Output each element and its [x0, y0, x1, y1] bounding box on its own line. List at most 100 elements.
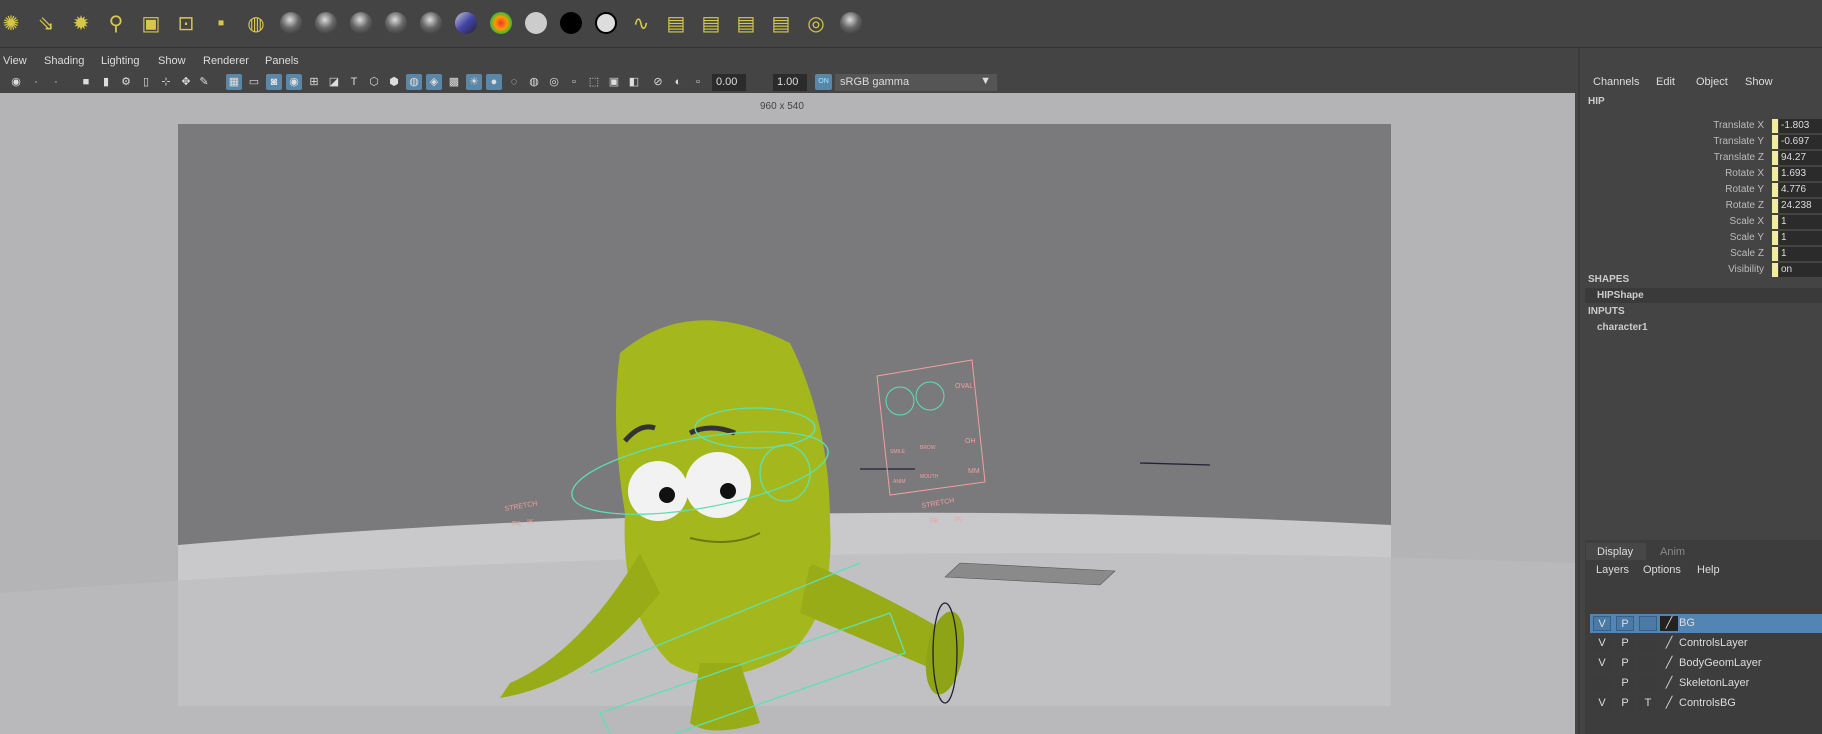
black-sphere-icon[interactable]: [558, 10, 584, 36]
edit-menu[interactable]: Edit: [1656, 76, 1675, 88]
menu-lighting[interactable]: Lighting: [101, 55, 140, 67]
display-type-toggle[interactable]: [1639, 616, 1657, 631]
channel-value[interactable]: 94.27: [1779, 151, 1822, 165]
channel-row[interactable]: Scale X 1: [1580, 214, 1822, 230]
layer-row[interactable]: V P ╱ BG: [1590, 614, 1822, 633]
menu-view[interactable]: View: [3, 55, 27, 67]
viewport-tool-icon[interactable]: ✎: [196, 74, 212, 90]
channel-row[interactable]: Translate X -1.803: [1580, 118, 1822, 134]
menu-show[interactable]: Show: [158, 55, 186, 67]
channel-value[interactable]: 1: [1779, 215, 1822, 229]
channel-value[interactable]: 1.693: [1779, 167, 1822, 181]
visibility-toggle[interactable]: [1593, 676, 1611, 691]
playback-toggle[interactable]: P: [1616, 636, 1634, 651]
display-type-toggle[interactable]: [1639, 676, 1657, 691]
viewport-tool-icon[interactable]: ▮: [98, 74, 114, 90]
viewport-tool-icon[interactable]: ◎: [546, 74, 562, 90]
visibility-toggle[interactable]: V: [1593, 696, 1611, 711]
layer-row[interactable]: V P T ╱ ControlsBG: [1590, 694, 1822, 713]
viewport-tool-icon[interactable]: ◈: [426, 74, 442, 90]
viewport-tool-icon[interactable]: ▦: [226, 74, 242, 90]
viewport-tool-icon[interactable]: ◙: [266, 74, 282, 90]
display-type-toggle[interactable]: [1639, 636, 1657, 651]
white-sphere-icon[interactable]: [523, 10, 549, 36]
layer-color-icon[interactable]: ╱: [1660, 636, 1678, 651]
layer-row[interactable]: V P ╱ BodyGeomLayer: [1590, 654, 1822, 673]
render-layer-delete-icon[interactable]: ▤: [698, 10, 724, 36]
light-editor-icon[interactable]: ◍: [243, 10, 269, 36]
visibility-toggle[interactable]: V: [1593, 636, 1611, 651]
render-setup-icon[interactable]: ▤: [768, 10, 794, 36]
playback-toggle[interactable]: P: [1616, 616, 1634, 631]
channels-menu[interactable]: Channels: [1593, 76, 1639, 88]
color-management-toggle[interactable]: ON: [815, 74, 832, 90]
channel-row[interactable]: Scale Z 1: [1580, 246, 1822, 262]
shape-node[interactable]: HIPShape: [1597, 290, 1644, 301]
playback-toggle[interactable]: P: [1616, 656, 1634, 671]
outlined-sphere-icon[interactable]: [593, 10, 619, 36]
ambient-camera-icon[interactable]: ▪: [208, 10, 234, 36]
viewport-tool-icon[interactable]: ●: [486, 74, 502, 90]
channel-row[interactable]: Translate Z 94.27: [1580, 150, 1822, 166]
options-menu[interactable]: Options: [1643, 564, 1681, 576]
viewport-tool-icon[interactable]: ⬡: [366, 74, 382, 90]
viewport-tool-icon[interactable]: ⬢: [386, 74, 402, 90]
sphere-lambert-icon[interactable]: [278, 10, 304, 36]
channel-value[interactable]: -1.803: [1779, 119, 1822, 133]
viewport-tool-icon[interactable]: ◍: [526, 74, 542, 90]
display-type-toggle[interactable]: T: [1639, 696, 1657, 711]
show-menu[interactable]: Show: [1745, 76, 1773, 88]
channel-row[interactable]: Translate Y -0.697: [1580, 134, 1822, 150]
volume-light-icon[interactable]: ⊡: [173, 10, 199, 36]
channel-row[interactable]: Rotate X 1.693: [1580, 166, 1822, 182]
sphere-blinn-icon[interactable]: [313, 10, 339, 36]
playback-toggle[interactable]: P: [1616, 676, 1634, 691]
playback-toggle[interactable]: P: [1616, 696, 1634, 711]
hypershade-graph-icon[interactable]: ∿: [628, 10, 654, 36]
viewport-tool-icon[interactable]: ◧: [626, 74, 642, 90]
channel-value[interactable]: 1: [1779, 247, 1822, 261]
grey-sphere-icon[interactable]: [838, 10, 864, 36]
viewport-tool-icon[interactable]: ■: [78, 74, 94, 90]
menu-panels[interactable]: Panels: [265, 55, 299, 67]
viewport-tool-icon[interactable]: ▣: [606, 74, 622, 90]
viewport-tool-icon[interactable]: ⊞: [306, 74, 322, 90]
viewport-tool-icon[interactable]: ☀: [466, 74, 482, 90]
layer-name[interactable]: ControlsBG: [1679, 697, 1736, 709]
color-space-select[interactable]: sRGB gamma ▼: [835, 74, 997, 91]
channel-value[interactable]: 4.776: [1779, 183, 1822, 197]
render-layers-icon[interactable]: ▤: [663, 10, 689, 36]
render-target-icon[interactable]: ◎: [803, 10, 829, 36]
viewport-tool-icon[interactable]: ▭: [246, 74, 262, 90]
viewport-tool-icon[interactable]: ◍: [406, 74, 422, 90]
viewport-tool-icon[interactable]: ▯: [138, 74, 154, 90]
layer-name[interactable]: BodyGeomLayer: [1679, 657, 1762, 669]
channel-value[interactable]: on: [1779, 263, 1822, 277]
area-light-icon[interactable]: ▣: [138, 10, 164, 36]
layer-name[interactable]: ControlsLayer: [1679, 637, 1747, 649]
viewport-tool-icon[interactable]: ⊘: [650, 74, 666, 90]
channel-value[interactable]: 24.238: [1779, 199, 1822, 213]
sphere-ramp-icon[interactable]: [453, 10, 479, 36]
spot-light-icon[interactable]: ⚲: [103, 10, 129, 36]
viewport[interactable]: 960 x 540 STRETCH FK IK OVAL OH MM SMILE…: [0, 93, 1575, 734]
layer-name[interactable]: BG: [1679, 617, 1695, 629]
tab-display[interactable]: Display: [1597, 546, 1633, 558]
directional-light-icon[interactable]: ✺: [0, 10, 24, 36]
channel-value[interactable]: -0.697: [1779, 135, 1822, 149]
layer-row[interactable]: V P ╱ ControlsLayer: [1590, 634, 1822, 653]
display-type-toggle[interactable]: [1639, 656, 1657, 671]
sphere-anisotropic-icon[interactable]: [418, 10, 444, 36]
viewport-tool-icon[interactable]: ◉: [8, 74, 24, 90]
visibility-toggle[interactable]: V: [1593, 656, 1611, 671]
viewport-tool-icon[interactable]: ⊹: [158, 74, 174, 90]
layer-color-icon[interactable]: ╱: [1660, 696, 1678, 711]
area-light-arrows-icon[interactable]: ⇘: [33, 10, 59, 36]
layer-color-icon[interactable]: ╱: [1660, 676, 1678, 691]
layers-menu[interactable]: Layers: [1596, 564, 1629, 576]
viewport-tool-icon[interactable]: T: [346, 74, 362, 90]
sphere-phongE-icon[interactable]: [383, 10, 409, 36]
viewport-tool-icon[interactable]: ⬚: [586, 74, 602, 90]
layer-row[interactable]: P ╱ SkeletonLayer: [1590, 674, 1822, 693]
visibility-toggle[interactable]: V: [1593, 616, 1611, 631]
